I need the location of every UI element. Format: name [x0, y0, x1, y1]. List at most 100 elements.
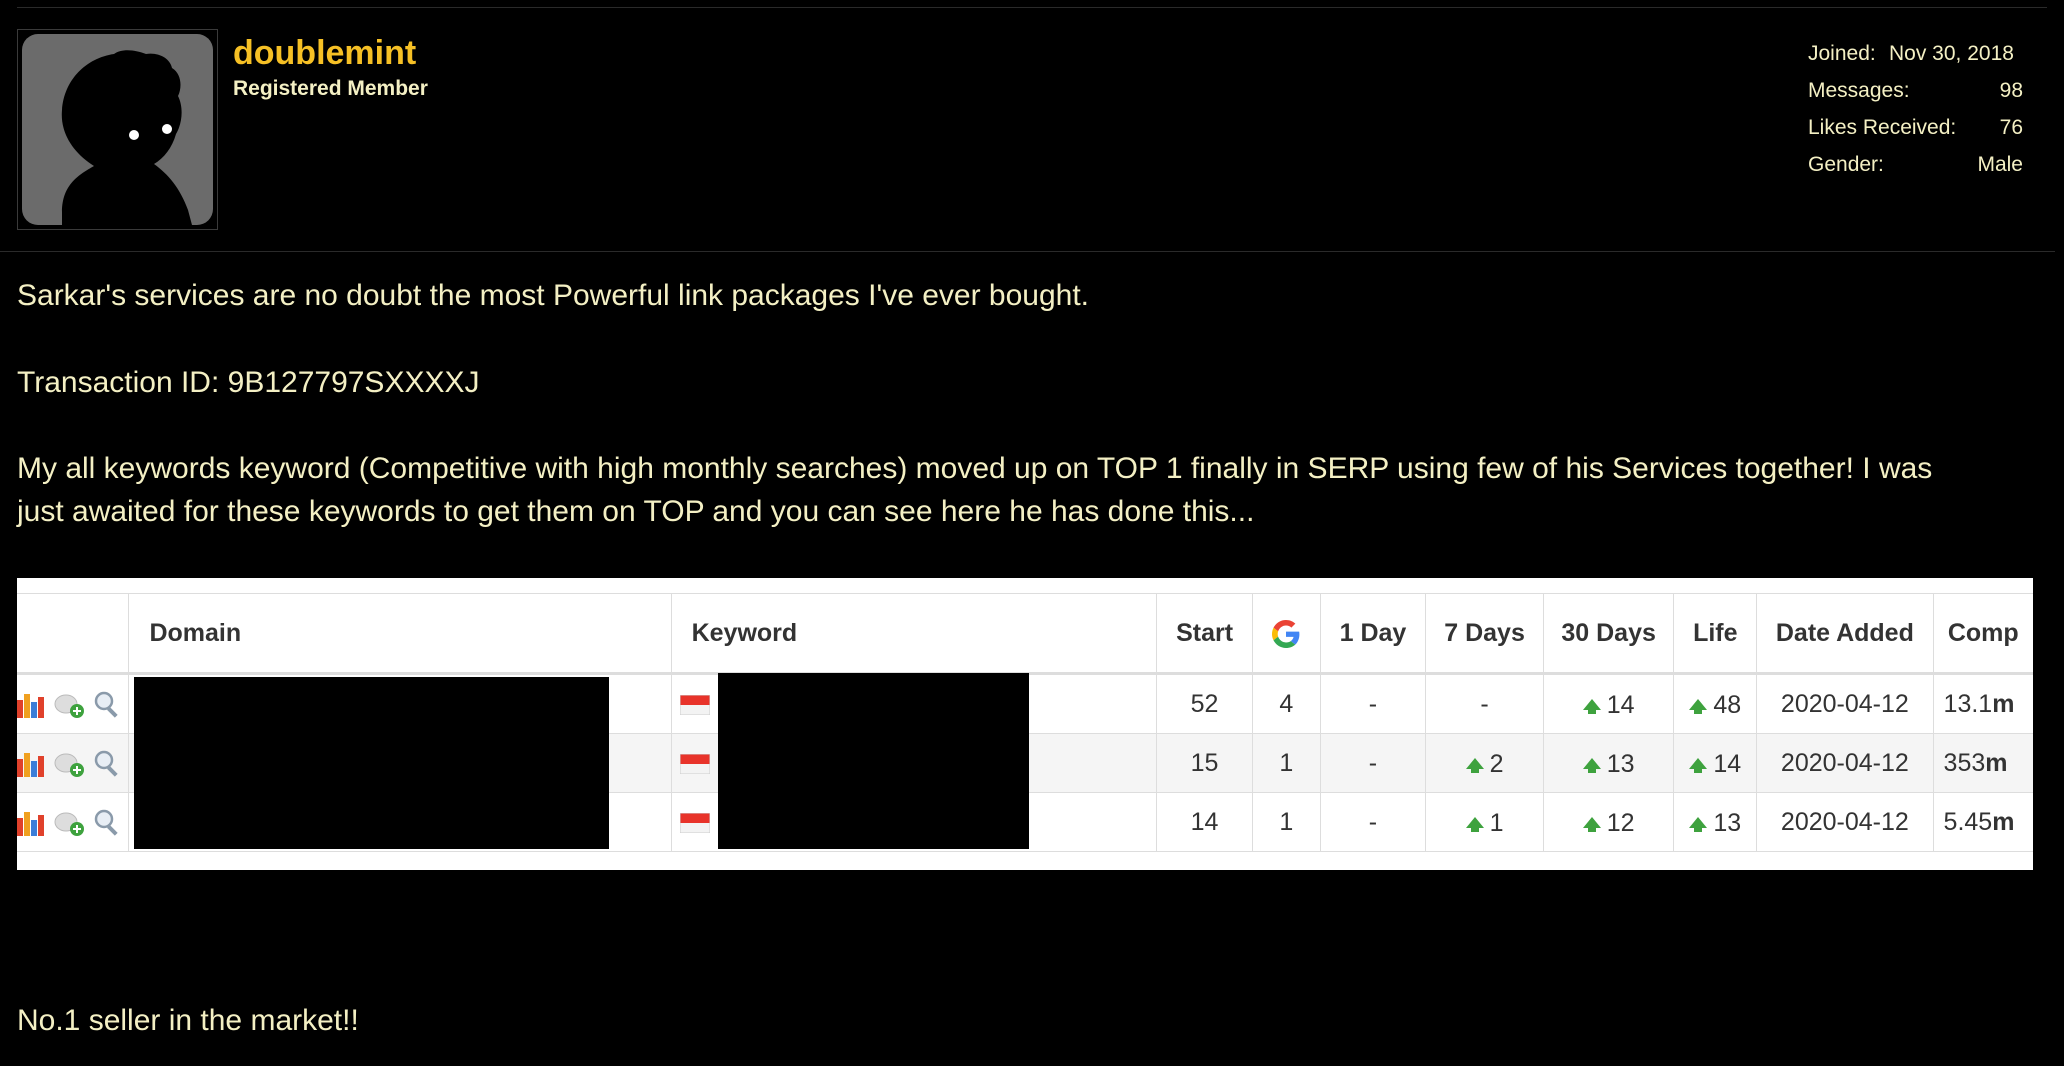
- days30-cell: 13: [1542, 733, 1674, 793]
- bar-chart-icon[interactable]: [17, 690, 45, 718]
- up-arrow-icon: [1465, 816, 1484, 832]
- start-cell: 14: [1156, 792, 1253, 852]
- comp-cell: 353m: [1932, 733, 2033, 793]
- stat-label: Joined:: [1808, 42, 1876, 65]
- post-text: My all keywords keyword (Competitive wit…: [17, 452, 1933, 485]
- user-title: Registered Member: [233, 77, 428, 100]
- stat-label: Messages:: [1808, 79, 1910, 102]
- day1-cell: -: [1319, 673, 1426, 734]
- header-date-added[interactable]: Date Added: [1756, 593, 1934, 675]
- google-cell: 1: [1251, 792, 1321, 852]
- comp-cell: 5.45m: [1932, 792, 2033, 852]
- username-link[interactable]: doublemint: [233, 34, 416, 73]
- add-note-icon[interactable]: [53, 807, 85, 837]
- days7-up: 2: [1465, 749, 1504, 779]
- days30-up: 13: [1582, 749, 1635, 779]
- header-google[interactable]: [1251, 593, 1321, 675]
- start-cell: 52: [1156, 673, 1253, 734]
- stat-value: Nov 30, 2018: [1889, 42, 2014, 65]
- header-30-days[interactable]: 30 Days: [1542, 593, 1674, 675]
- days7-cell: 1: [1425, 792, 1544, 852]
- days7-value: 1: [1489, 808, 1504, 837]
- redacted-domains: [134, 677, 609, 849]
- up-arrow-icon: [1582, 816, 1601, 832]
- bar-chart-icon[interactable]: [17, 749, 45, 777]
- post-text: Transaction ID: 9B127797SXXXXJ: [17, 366, 480, 399]
- header-7-days[interactable]: 7 Days: [1425, 593, 1544, 675]
- row-actions: [17, 673, 129, 734]
- post-text: just awaited for these keywords to get t…: [17, 495, 1255, 528]
- life-value: 13: [1713, 808, 1742, 837]
- life-value: 14: [1713, 749, 1742, 778]
- days30-value: 13: [1606, 749, 1635, 778]
- header-start[interactable]: Start: [1156, 593, 1253, 675]
- avatar[interactable]: [17, 29, 218, 230]
- date-cell: 2020-04-12: [1756, 792, 1934, 852]
- stat-gender: Gender: Male: [1808, 153, 2023, 183]
- header-actions: [17, 593, 129, 675]
- stat-messages: Messages: 98: [1808, 79, 2023, 109]
- header-domain[interactable]: Domain: [128, 593, 672, 675]
- stat-likes: Likes Received: 76: [1808, 116, 2023, 146]
- row-actions: [17, 792, 129, 852]
- up-arrow-icon: [1582, 698, 1601, 714]
- life-cell: 13: [1673, 792, 1757, 852]
- days7-up: 1: [1465, 808, 1504, 838]
- days30-value: 12: [1606, 808, 1635, 837]
- up-arrow-icon: [1465, 757, 1484, 773]
- day1-cell: -: [1319, 733, 1426, 793]
- stat-value[interactable]: 98: [2000, 79, 2023, 103]
- life-up: 48: [1689, 691, 1741, 720]
- header-1-day[interactable]: 1 Day: [1319, 593, 1426, 675]
- magnifier-icon[interactable]: [93, 690, 121, 718]
- header-comp[interactable]: Comp: [1932, 593, 2033, 675]
- life-cell: 48: [1673, 673, 1757, 734]
- forum-post: doublemint Registered Member Joined: Nov…: [0, 0, 2064, 1066]
- days7-value: 2: [1489, 749, 1504, 778]
- post-text: No.1 seller in the market!!: [17, 1004, 359, 1037]
- up-arrow-icon: [1689, 698, 1708, 714]
- days7-cell: 2: [1425, 733, 1544, 793]
- days30-up: 12: [1582, 808, 1635, 838]
- google-g-icon: [1272, 619, 1300, 648]
- start-cell: 15: [1156, 733, 1253, 793]
- bar-chart-icon[interactable]: [17, 808, 45, 836]
- day1-cell: -: [1319, 792, 1426, 852]
- flag-icon: [679, 753, 710, 774]
- stat-label: Likes Received:: [1808, 116, 1957, 139]
- days7-cell: -: [1425, 673, 1544, 734]
- add-note-icon[interactable]: [53, 689, 85, 719]
- life-up: 13: [1689, 809, 1741, 838]
- divider: [0, 251, 2055, 252]
- post-text: Sarkar's services are no doubt the most …: [17, 279, 1090, 312]
- redacted-keywords: [718, 673, 1029, 849]
- magnifier-icon[interactable]: [93, 749, 121, 777]
- life-up: 14: [1689, 750, 1741, 779]
- days30-cell: 12: [1542, 792, 1674, 852]
- flag-icon: [679, 812, 710, 833]
- up-arrow-icon: [1689, 757, 1708, 773]
- divider: [17, 7, 2047, 8]
- magnifier-icon[interactable]: [93, 808, 121, 836]
- days30-value: 14: [1606, 690, 1635, 719]
- days30-cell: 14: [1542, 673, 1674, 734]
- stat-label: Gender:: [1808, 153, 1884, 176]
- days7-value: -: [1480, 689, 1489, 718]
- add-note-icon[interactable]: [53, 748, 85, 778]
- stat-value: 76: [1999, 116, 2023, 139]
- stat-value: Male: [1977, 153, 2023, 176]
- header-keyword[interactable]: Keyword: [670, 593, 1157, 675]
- avatar-silhouette-icon: [22, 34, 213, 225]
- up-arrow-icon: [1689, 816, 1708, 832]
- days30-up: 14: [1582, 690, 1635, 720]
- date-cell: 2020-04-12: [1756, 673, 1934, 734]
- up-arrow-icon: [1582, 757, 1601, 773]
- google-cell: 1: [1251, 733, 1321, 793]
- comp-cell: 13.1m: [1932, 673, 2033, 734]
- rank-tracker-screenshot: Domain Keyword Start 1 Day 7 Days 30 Day…: [17, 578, 2033, 870]
- stat-joined: Joined: Nov 30, 2018: [1808, 42, 2023, 72]
- google-cell: 4: [1251, 673, 1321, 734]
- life-cell: 14: [1673, 733, 1757, 793]
- date-cell: 2020-04-12: [1756, 733, 1934, 793]
- header-life[interactable]: Life: [1673, 593, 1757, 675]
